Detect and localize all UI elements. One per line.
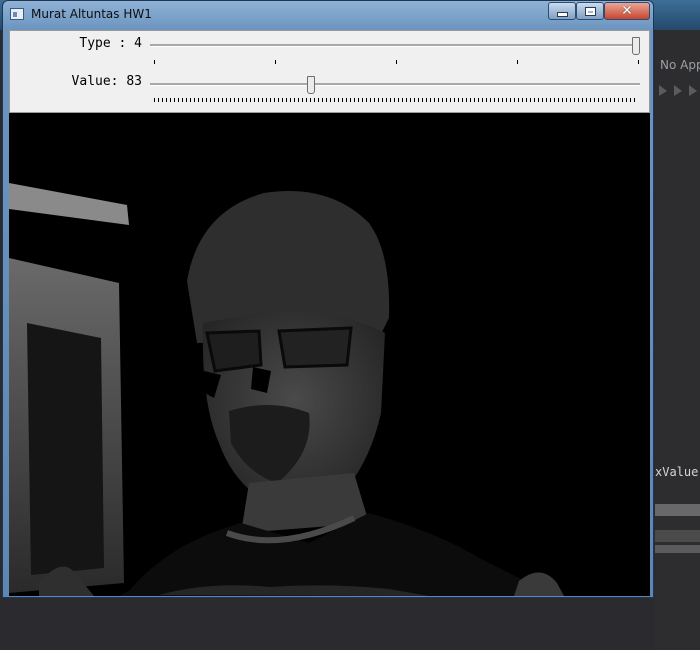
background-strip xyxy=(655,545,700,553)
window-title: Murat Altuntas HW1 xyxy=(31,7,152,21)
minimize-button[interactable] xyxy=(548,2,576,20)
trackbar-value-ticks xyxy=(154,98,638,102)
trackbar-type-thumb[interactable] xyxy=(632,37,640,55)
maximize-icon xyxy=(584,6,596,16)
title-bar[interactable]: Murat Altuntas HW1 ✕ xyxy=(3,1,653,29)
trackbar-type-tick xyxy=(396,60,397,64)
trackbar-type-tick xyxy=(154,60,155,64)
minimize-icon xyxy=(557,12,567,16)
trackbar-value-thumb[interactable] xyxy=(306,76,315,94)
trackbar-type-tick xyxy=(517,60,518,64)
trackbar-type-tick xyxy=(638,60,639,64)
background-code-text: xValue xyxy=(655,465,699,479)
window-client-area: Type : 4 Value: 83 xyxy=(9,30,650,596)
trackbar-type-track[interactable] xyxy=(150,44,640,47)
highgui-window: Murat Altuntas HW1 ✕ Type : 4 Value: 83 xyxy=(2,0,654,598)
background-ide-panel xyxy=(655,30,700,650)
trackbar-type-tick xyxy=(275,60,276,64)
webcam-image xyxy=(9,113,650,596)
trackbar-type-label: Type : 4 xyxy=(79,36,142,51)
close-icon: ✕ xyxy=(621,3,633,19)
background-strip xyxy=(655,504,700,516)
close-button[interactable]: ✕ xyxy=(604,2,650,20)
background-toolbar-icons xyxy=(659,85,697,96)
app-window-icon xyxy=(10,8,24,20)
trackbar-value-label: Value: 83 xyxy=(71,74,142,89)
background-strip xyxy=(655,530,700,542)
trackbar-panel: Type : 4 Value: 83 xyxy=(9,30,650,113)
trackbar-value-track[interactable] xyxy=(150,83,640,86)
background-partial-text: No App xyxy=(660,58,700,72)
threshold-frame-image xyxy=(9,113,650,596)
maximize-button[interactable] xyxy=(576,2,604,20)
